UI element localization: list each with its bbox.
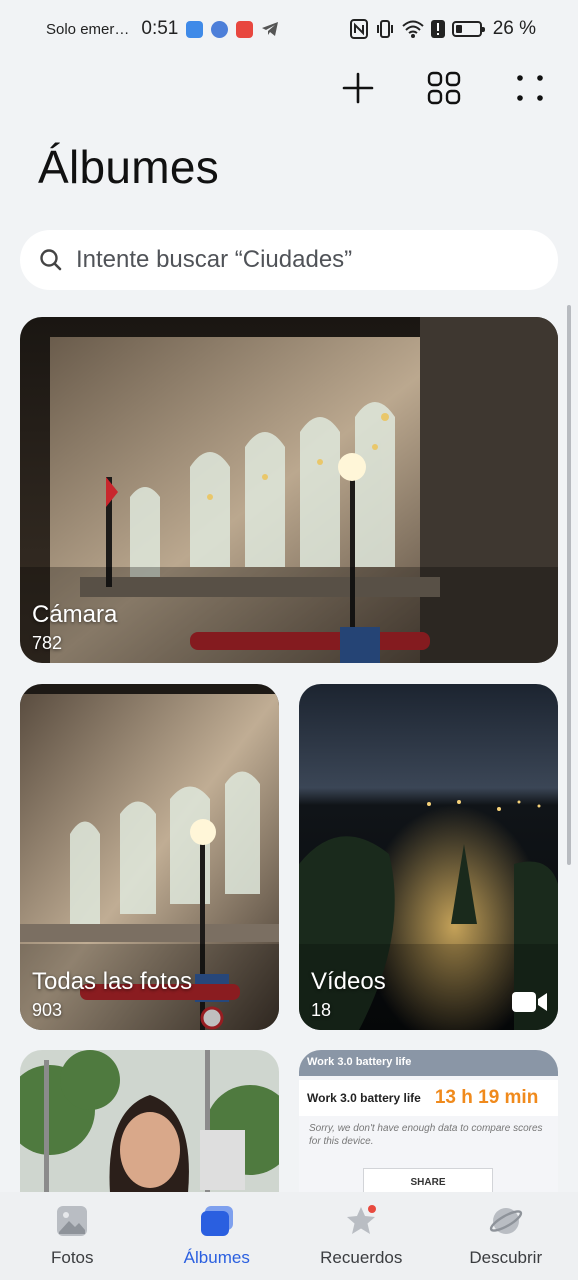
album-thumbnail [20,1050,279,1193]
carrier-label: Solo emer… [46,20,130,38]
telegram-icon [262,22,279,36]
alert-icon [430,20,445,38]
grid-view-icon[interactable] [422,66,466,110]
nav-discover[interactable]: Descubrir [434,1192,578,1280]
nav-memories[interactable]: Recuerdos [289,1192,434,1280]
wifi-icon [402,20,424,38]
status-bar: Solo emer… 0:51 26 % [0,0,578,58]
search-input[interactable]: Intente buscar “Ciudades” [20,230,558,290]
video-camera-icon [512,992,547,1012]
more-options-icon[interactable] [508,66,552,110]
app-store-icon [236,20,254,38]
albums-icon [200,1204,234,1238]
battery-icon [451,21,485,37]
album-name: Todas las fotos [32,968,193,995]
battery-percent: 26 % [492,18,536,39]
memories-star-icon [344,1204,378,1238]
nav-label: Descubrir [469,1248,543,1267]
add-icon[interactable] [336,66,380,110]
search-icon [40,249,62,271]
album-count: 782 [32,633,63,653]
nav-label: Álbumes [183,1248,250,1267]
discover-planet-icon [489,1204,523,1238]
album-videos[interactable]: Vídeos 18 [299,684,558,1030]
screenshot-battery-row: Work 3.0 battery life 13 h 19 min [299,1080,558,1116]
nav-photos[interactable]: Fotos [0,1192,145,1280]
header-actions [336,66,552,110]
nav-label: Fotos [50,1248,94,1267]
search-placeholder: Intente buscar “Ciudades” [76,246,353,273]
screenshot-battery-title: Work 3.0 battery life [307,1091,421,1105]
screenshot-battery-value: 13 h 19 min [434,1087,539,1108]
album-name: Vídeos [311,968,386,995]
photos-icon [55,1204,89,1238]
nav-albums[interactable]: Álbumes [145,1192,290,1280]
screenshot-header: Work 3.0 battery life [299,1050,558,1076]
screenshot-note: Sorry, we don't have enough data to comp… [309,1123,543,1147]
nav-label: Recuerdos [320,1248,403,1267]
album-all-photos[interactable]: Todas las fotos 903 [20,684,279,1030]
cloud-icon [186,20,204,38]
nfc-icon [349,19,368,39]
browser-icon [211,20,229,38]
album-count: 903 [32,1000,63,1020]
screenshot-share-button: SHARE [363,1168,493,1193]
scrollbar[interactable] [567,305,571,865]
album-screenshots[interactable]: Work 3.0 battery life Work 3.0 battery l… [299,1050,558,1193]
album-count: 18 [311,1000,332,1020]
album-portrait[interactable] [20,1050,279,1193]
bottom-navigation: Fotos Álbumes Recuerdos Descubrir [0,1192,578,1280]
album-name: Cámara [32,601,118,628]
status-time: 0:51 [141,18,179,39]
vibrate-icon [376,20,393,38]
album-camera[interactable]: Cámara 782 [20,317,558,663]
page-title: Álbumes [38,141,220,193]
